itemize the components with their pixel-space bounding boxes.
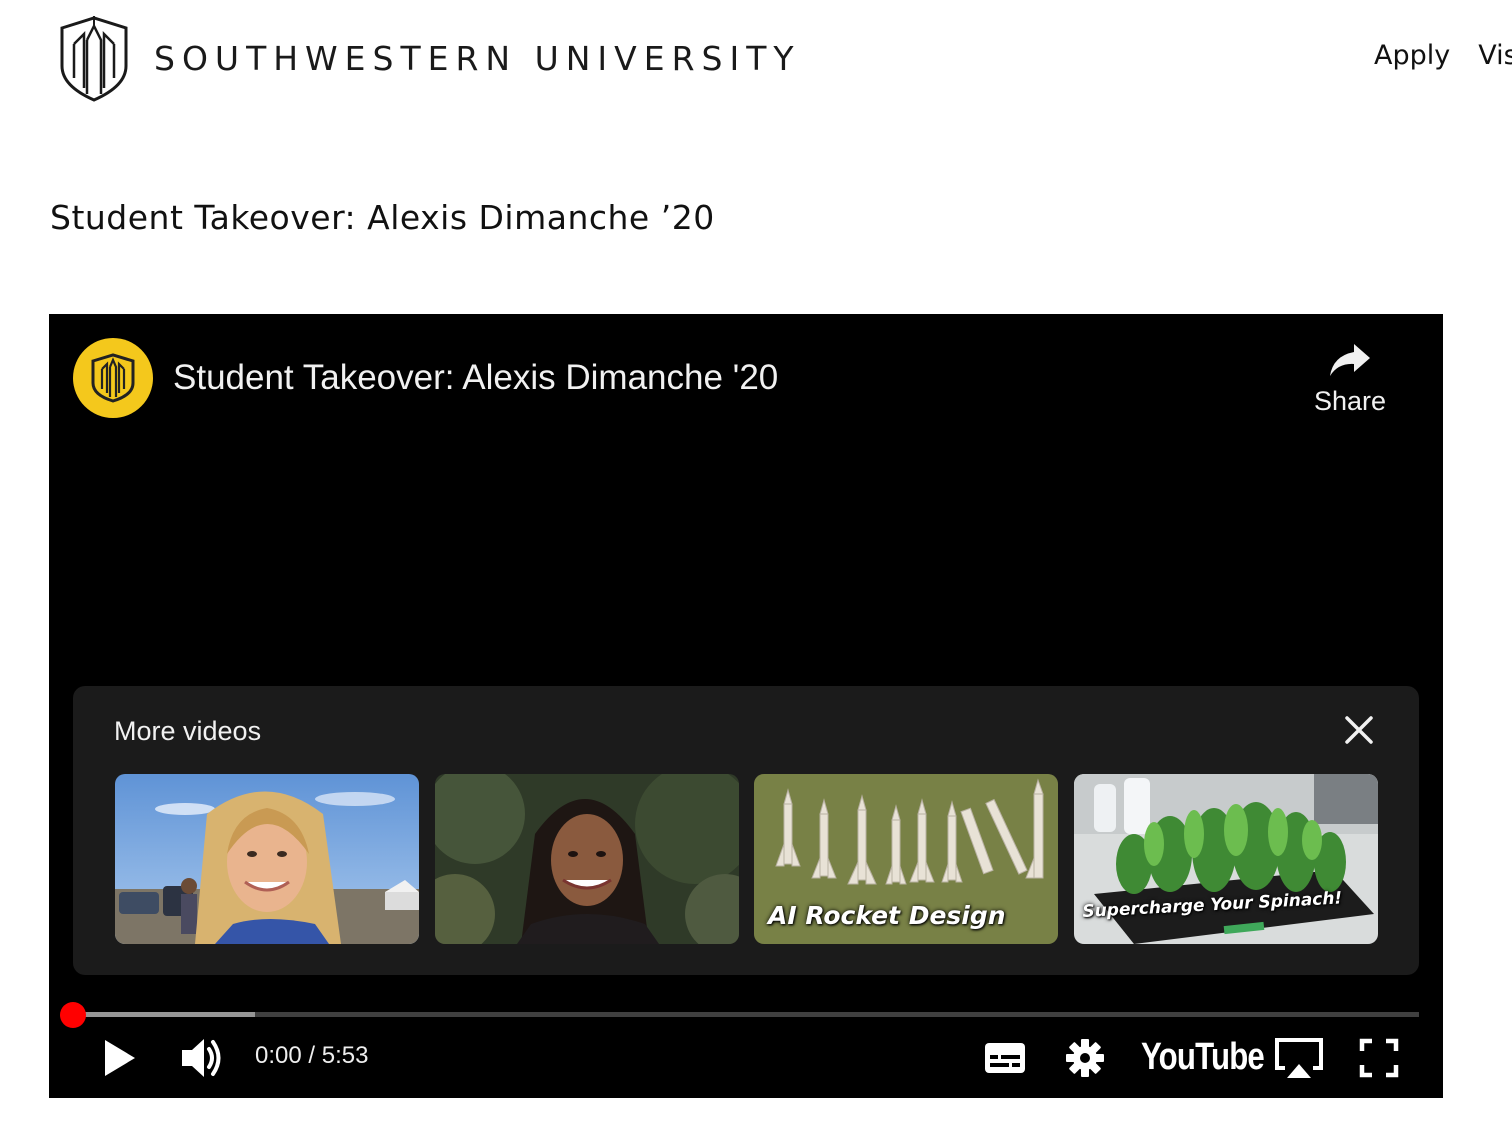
video-thumbnail-2[interactable] <box>435 774 739 944</box>
site-header: SOUTHWESTERN UNIVERSITY Apply Vis <box>0 0 1512 120</box>
video-thumbnail-1[interactable] <box>115 774 419 944</box>
home-logo-link[interactable]: SOUTHWESTERN UNIVERSITY <box>58 14 801 102</box>
video-progress-bar[interactable] <box>60 1002 1419 1028</box>
play-icon[interactable] <box>101 1038 137 1078</box>
share-button[interactable]: Share <box>1305 340 1395 436</box>
more-videos-title: More videos <box>114 716 262 746</box>
page-title: Student Takeover: Alexis Dimanche ’20 <box>50 198 715 237</box>
channel-avatar[interactable] <box>73 338 153 418</box>
progress-buffered <box>73 1012 255 1017</box>
volume-icon[interactable] <box>180 1036 226 1080</box>
thumbnail-image <box>435 774 739 944</box>
video-thumbnail-4[interactable]: Supercharge Your Spinach! <box>1074 774 1378 944</box>
top-nav: Apply Vis <box>1374 40 1512 71</box>
thumbnail-caption: AI Rocket Design <box>768 901 1006 930</box>
settings-icon[interactable] <box>1065 1038 1105 1078</box>
share-icon <box>1330 344 1370 376</box>
nav-apply-link[interactable]: Apply <box>1374 40 1450 71</box>
progress-scrubber-handle[interactable] <box>60 1002 86 1028</box>
airplay-icon[interactable] <box>1273 1036 1325 1080</box>
channel-shield-icon <box>91 353 135 403</box>
video-thumbnail-3[interactable]: AI Rocket Design <box>754 774 1058 944</box>
subtitles-icon[interactable] <box>984 1040 1026 1076</box>
university-shield-icon <box>60 16 128 102</box>
more-videos-panel: More videos AI Rocket Design Supercharge… <box>73 686 1419 975</box>
nav-visit-link[interactable]: Vis <box>1478 40 1512 71</box>
youtube-logo-link[interactable]: YouTube <box>1141 1036 1265 1079</box>
time-display: 0:00 / 5:53 <box>255 1042 369 1069</box>
fullscreen-icon[interactable] <box>1359 1038 1399 1078</box>
close-icon[interactable] <box>1341 712 1377 748</box>
video-title-link[interactable]: Student Takeover: Alexis Dimanche '20 <box>173 358 778 398</box>
video-player[interactable]: Student Takeover: Alexis Dimanche '20 Sh… <box>49 314 1443 1098</box>
share-label: Share <box>1313 386 1387 416</box>
university-wordmark: SOUTHWESTERN UNIVERSITY <box>154 38 801 78</box>
thumbnail-image <box>115 774 419 944</box>
